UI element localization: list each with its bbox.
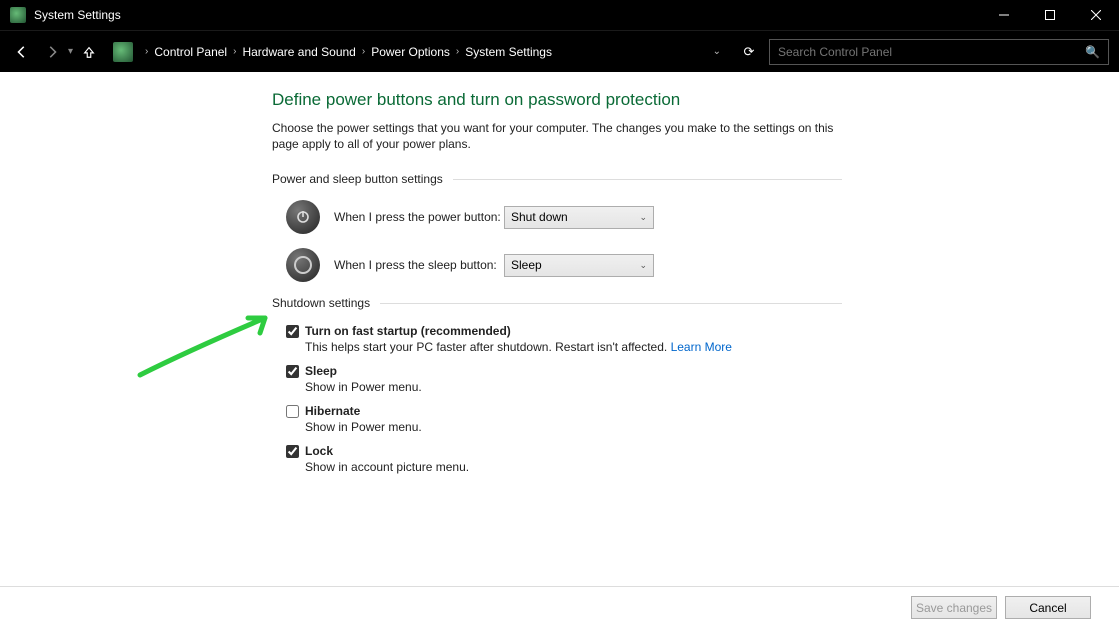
navbar: ▾ › Control Panel › Hardware and Sound ›… — [0, 30, 1119, 72]
sleep-title: Sleep — [305, 364, 337, 378]
chevron-right-icon: › — [231, 46, 238, 57]
footer: Save changes Cancel — [0, 586, 1119, 628]
lock-item: Lock Show in account picture menu. — [286, 444, 842, 474]
search-input[interactable] — [778, 45, 1085, 59]
address-dropdown[interactable]: ⌄ — [705, 46, 729, 57]
page-description: Choose the power settings that you want … — [272, 120, 842, 152]
hibernate-title: Hibernate — [305, 404, 360, 418]
fast-startup-item: Turn on fast startup (recommended) This … — [286, 324, 842, 354]
content-area: Define power buttons and turn on passwor… — [0, 72, 1119, 586]
sleep-item: Sleep Show in Power menu. — [286, 364, 842, 394]
hibernate-checkbox[interactable] — [286, 405, 299, 418]
fast-startup-desc: This helps start your PC faster after sh… — [305, 340, 842, 354]
hibernate-desc: Show in Power menu. — [305, 420, 842, 434]
sleep-button-value: Sleep — [511, 258, 542, 272]
fast-startup-checkbox[interactable] — [286, 325, 299, 338]
window-title: System Settings — [34, 8, 121, 22]
sleep-checkbox[interactable] — [286, 365, 299, 378]
section-shutdown: Shutdown settings — [272, 296, 842, 310]
sleep-button-dropdown[interactable]: Sleep ⌄ — [504, 254, 654, 277]
power-button-label: When I press the power button: — [334, 210, 504, 224]
crumb-control-panel[interactable]: Control Panel — [150, 45, 231, 59]
power-button-dropdown[interactable]: Shut down ⌄ — [504, 206, 654, 229]
power-icon — [286, 200, 320, 234]
up-button[interactable] — [77, 40, 101, 64]
forward-button[interactable] — [40, 40, 64, 64]
app-icon — [10, 7, 26, 23]
learn-more-link[interactable]: Learn More — [671, 340, 732, 354]
crumb-power-options[interactable]: Power Options — [367, 45, 454, 59]
sleep-button-label: When I press the sleep button: — [334, 258, 504, 272]
chevron-right-icon: › — [143, 46, 150, 57]
section-label: Shutdown settings — [272, 296, 370, 310]
chevron-down-icon: ⌄ — [639, 260, 647, 271]
minimize-button[interactable] — [981, 0, 1027, 30]
fast-startup-title: Turn on fast startup (recommended) — [305, 324, 511, 338]
page-title: Define power buttons and turn on passwor… — [272, 90, 842, 110]
breadcrumb[interactable]: › Control Panel › Hardware and Sound › P… — [143, 39, 699, 65]
crumb-system-settings[interactable]: System Settings — [461, 45, 556, 59]
chevron-right-icon: › — [454, 46, 461, 57]
back-button[interactable] — [10, 40, 34, 64]
sleep-icon — [286, 248, 320, 282]
section-power-sleep: Power and sleep button settings — [272, 172, 842, 186]
cancel-button[interactable]: Cancel — [1005, 596, 1091, 619]
recent-dropdown[interactable]: ▾ — [68, 46, 73, 57]
titlebar: System Settings — [0, 0, 1119, 30]
chevron-down-icon: ⌄ — [639, 212, 647, 223]
save-changes-button[interactable]: Save changes — [911, 596, 997, 619]
power-button-value: Shut down — [511, 210, 568, 224]
close-button[interactable] — [1073, 0, 1119, 30]
lock-desc: Show in account picture menu. — [305, 460, 842, 474]
crumb-hardware-sound[interactable]: Hardware and Sound — [238, 45, 359, 59]
sleep-desc: Show in Power menu. — [305, 380, 842, 394]
search-icon[interactable]: 🔍 — [1085, 45, 1100, 59]
maximize-button[interactable] — [1027, 0, 1073, 30]
address-icon — [113, 42, 133, 62]
lock-title: Lock — [305, 444, 333, 458]
section-label: Power and sleep button settings — [272, 172, 443, 186]
lock-checkbox[interactable] — [286, 445, 299, 458]
refresh-button[interactable]: ⟳ — [735, 44, 763, 60]
hibernate-item: Hibernate Show in Power menu. — [286, 404, 842, 434]
chevron-right-icon: › — [360, 46, 367, 57]
search-box[interactable]: 🔍 — [769, 39, 1109, 65]
